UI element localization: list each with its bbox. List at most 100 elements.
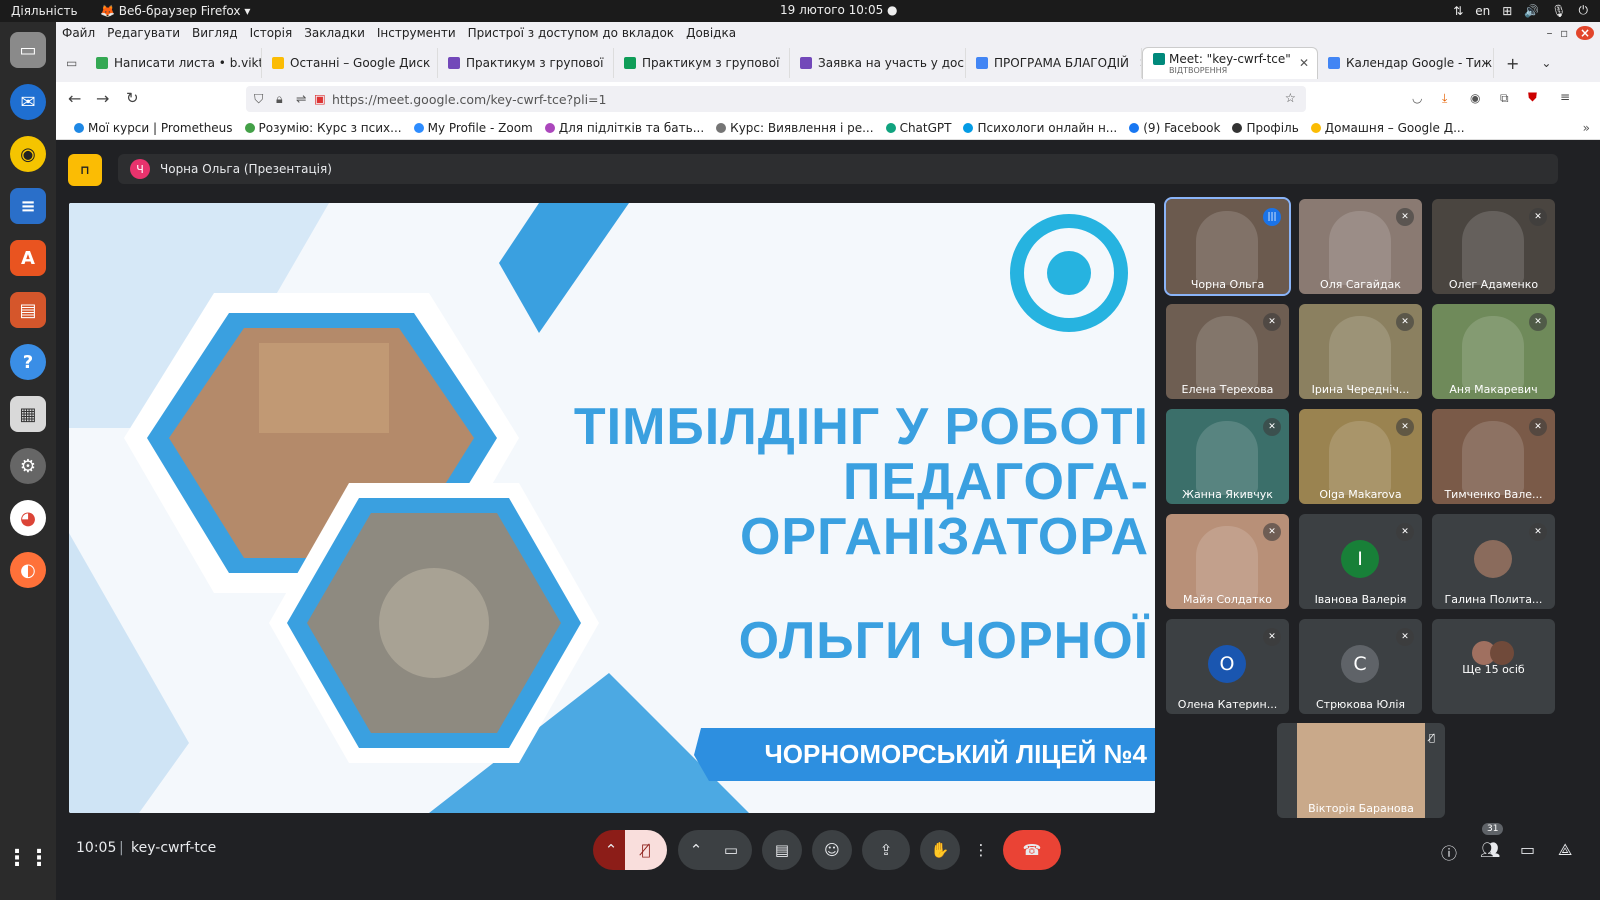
participant-tile[interactable]: О ✕ Олена Катерин... — [1166, 619, 1289, 714]
settings-icon[interactable]: ⚙ — [10, 448, 46, 484]
participant-tile[interactable]: ✕ Жанна Якивчук — [1166, 409, 1289, 504]
self-video-tile[interactable]: 🎙̸ Вікторія Баранова — [1277, 723, 1445, 818]
chat-button[interactable]: ▭ — [1520, 840, 1535, 859]
raise-hand-button[interactable]: ✋ — [920, 830, 960, 870]
tab-overview-icon[interactable]: ▭ — [66, 56, 77, 70]
presentation-pin-icon[interactable]: ⊓ — [68, 154, 102, 186]
bookmark-item[interactable]: Профіль — [1232, 121, 1299, 135]
reactions-button[interactable]: ☺ — [812, 830, 852, 870]
reload-button[interactable]: ↻ — [126, 89, 139, 107]
bookmark-item[interactable]: Мої курси | Prometheus — [74, 121, 233, 135]
writer-icon[interactable]: ≡ — [10, 188, 46, 224]
video-options-button[interactable]: ⌃ — [678, 830, 714, 870]
participant-tile[interactable]: ✕ Майя Солдатко — [1166, 514, 1289, 609]
back-button[interactable]: ← — [68, 89, 81, 108]
menu-tools[interactable]: Інструменти — [371, 26, 462, 40]
bookmark-favicon-icon — [716, 122, 727, 133]
bookmark-item[interactable]: Домашня – Google Д... — [1310, 120, 1465, 135]
bookmark-item[interactable]: Психологи онлайн н... — [963, 121, 1117, 135]
present-screen-button[interactable]: ⇪ — [862, 830, 910, 870]
forward-button[interactable]: → — [96, 89, 109, 108]
ublock-icon[interactable]: ⛊ — [1528, 90, 1537, 105]
bookmark-star-icon[interactable]: ☆ — [1285, 90, 1296, 105]
tab-sheets[interactable]: Практикум з групової✕ — [614, 48, 790, 78]
participant-tile[interactable]: ||| Чорна Ольга — [1164, 197, 1291, 296]
chrome-icon[interactable]: ◕ — [10, 500, 46, 536]
participant-avatar: О — [1208, 645, 1246, 683]
activities-button-meet[interactable]: ⟁ — [1558, 840, 1572, 860]
bookmark-item[interactable]: Курс: Виявлення і ре... — [716, 121, 874, 135]
bookmark-item[interactable]: ChatGPT — [885, 121, 951, 135]
close-icon[interactable]: ✕ — [1299, 56, 1309, 70]
meeting-details-button[interactable]: ⓘ — [1441, 840, 1457, 864]
participant-tile[interactable]: ✕ Аня Макаревич — [1432, 304, 1555, 399]
people-button[interactable]: 👥︎ — [1480, 840, 1500, 859]
bookmark-favicon-icon — [1310, 122, 1321, 133]
files-icon[interactable]: ▭ — [10, 32, 46, 68]
tab-forms-2[interactable]: Заявка на участь у дос✕ — [790, 48, 966, 78]
bookmark-item[interactable]: My Profile - Zoom — [413, 121, 533, 135]
hamburger-menu-icon[interactable]: ≡ — [1560, 90, 1570, 104]
participant-tile[interactable]: ✕ Елена Терехова — [1166, 304, 1289, 399]
system-tray[interactable]: ⇅ en ⊞ 🔊 🎙 ⏻ — [1453, 3, 1588, 18]
camera-sharing-icon[interactable]: ▣ — [314, 91, 326, 106]
participant-tile[interactable]: ✕ Олег Адаменко — [1432, 199, 1555, 294]
menu-edit[interactable]: Редагувати — [101, 26, 186, 40]
pocket-icon[interactable]: ◡ — [1412, 91, 1422, 105]
rhythmbox-icon[interactable]: ◉ — [10, 136, 46, 172]
participant-tile[interactable]: Ще 15 осіб — [1432, 619, 1555, 714]
shield-icon[interactable]: ⛉ — [254, 91, 263, 107]
tab-list-icon[interactable]: ⌄ — [1541, 56, 1551, 70]
url-bar[interactable]: ⛉ 🔒︎ ⇌ ▣ https://meet.google.com/key-cwr… — [246, 86, 1306, 112]
participant-tile[interactable]: ✕ Ірина Чередніч... — [1299, 304, 1422, 399]
audio-options-button[interactable]: ⌃ — [593, 830, 629, 870]
camera-toggle-button[interactable]: ▭ — [710, 830, 752, 870]
account-icon[interactable]: ◉ — [1470, 91, 1480, 105]
participant-tile[interactable]: С ✕ Стрюкова Юлія — [1299, 619, 1422, 714]
bookmark-item[interactable]: Розумію: Курс з псих... — [244, 121, 402, 135]
participant-tile[interactable]: ✕ Olga Makarova — [1299, 409, 1422, 504]
lock-icon[interactable]: 🔒︎ — [276, 91, 283, 107]
app-menu[interactable]: 🦊 Веб-браузер Firefox ▾ — [100, 4, 250, 18]
captions-button[interactable]: ▤ — [762, 830, 802, 870]
firefox-icon[interactable]: ◐ — [10, 552, 46, 588]
bookmark-item[interactable]: Для підлітків та бать... — [544, 121, 704, 135]
menu-history[interactable]: Історія — [244, 26, 299, 40]
tab-drive[interactable]: Останні – Google Диск✕ — [262, 48, 438, 78]
leave-call-button[interactable]: ☎ — [1003, 830, 1061, 870]
tab-forms-1[interactable]: Практикум з групової✕ — [438, 48, 614, 78]
extensions-icon[interactable]: ⧉ — [1500, 91, 1509, 106]
more-options-button[interactable]: ⋮ — [970, 830, 992, 870]
permissions-icon[interactable]: ⇌ — [296, 91, 306, 106]
tab-docs[interactable]: ПРОГРАМА БЛАГОДІЙ✕ — [966, 48, 1142, 78]
help-icon[interactable]: ? — [10, 344, 46, 380]
tab-meet[interactable]: Meet: "key-cwrf-tce" ВІДТВОРЕННЯ ✕ — [1142, 47, 1318, 79]
language-indicator[interactable]: en — [1475, 4, 1490, 18]
participant-tile[interactable]: І ✕ Іванова Валерія — [1299, 514, 1422, 609]
participant-tile[interactable]: ✕ Оля Сагайдак — [1299, 199, 1422, 294]
participant-tile[interactable]: ✕ Тимченко Вале... — [1432, 409, 1555, 504]
menu-bookmarks[interactable]: Закладки — [298, 26, 371, 40]
document-viewer-icon[interactable]: ▦ — [10, 396, 46, 432]
menu-synced-tabs[interactable]: Пристрої з доступом до вкладок — [462, 26, 680, 40]
new-tab-button[interactable]: + — [1506, 54, 1519, 73]
bookmark-item[interactable]: (9) Facebook — [1129, 121, 1220, 135]
menu-file[interactable]: Файл — [56, 26, 101, 40]
slide-decor-shape — [499, 203, 629, 333]
software-center-icon[interactable]: A — [10, 240, 46, 276]
bookmarks-overflow-icon[interactable]: » — [1583, 121, 1590, 135]
impress-icon[interactable]: ▤ — [10, 292, 46, 328]
app-grid-icon[interactable]: ⋮⋮ — [6, 840, 50, 876]
thunderbird-icon[interactable]: ✉ — [10, 84, 46, 120]
tab-calendar[interactable]: Календар Google - Тиж✕ — [1318, 48, 1494, 78]
activities-button[interactable]: Діяльність — [11, 4, 78, 18]
menu-view[interactable]: Вигляд — [186, 26, 244, 40]
menu-help[interactable]: Довідка — [680, 26, 742, 40]
tab-gmail[interactable]: Написати листа • b.vikt✕ — [86, 48, 262, 78]
downloads-icon[interactable]: ⤓ — [1442, 91, 1447, 106]
microphone-toggle-button[interactable]: 🎙̸ — [625, 830, 667, 870]
window-controls[interactable]: – ▫ × — [1541, 26, 1600, 40]
participant-tile[interactable]: ✕ Галина Полита... — [1432, 514, 1555, 609]
bookmark-label: Домашня – Google Д... — [1324, 120, 1465, 135]
clock[interactable]: 19 лютого 10:05 ● — [780, 3, 898, 17]
